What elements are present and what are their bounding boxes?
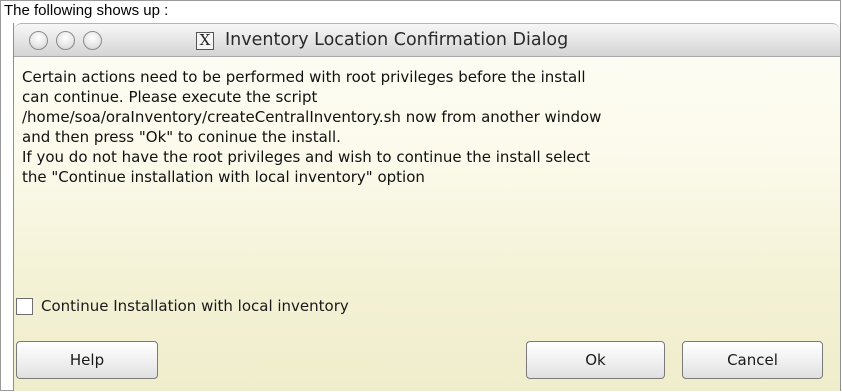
ok-button[interactable]: Ok — [526, 341, 665, 379]
message-line: Certain actions need to be performed wit… — [22, 68, 586, 86]
x11-icon: X — [196, 32, 214, 50]
minimize-circle-icon[interactable] — [56, 31, 75, 50]
message-line: can continue. Please execute the script — [22, 88, 318, 106]
local-inventory-checkbox-label[interactable]: Continue Installation with local invento… — [41, 297, 349, 315]
dialog-titlebar[interactable]: X Inventory Location Confirmation Dialog — [14, 23, 840, 57]
message-line: /home/soa/oraInventory/createCentralInve… — [22, 108, 602, 126]
local-inventory-option[interactable]: Continue Installation with local invento… — [16, 295, 349, 317]
close-circle-icon[interactable] — [29, 31, 48, 50]
maximize-circle-icon[interactable] — [83, 31, 102, 50]
inventory-location-dialog: X Inventory Location Confirmation Dialog… — [13, 23, 841, 391]
dialog-message: Certain actions need to be performed wit… — [22, 67, 822, 187]
message-line: the "Continue installation with local in… — [22, 168, 425, 186]
help-button-label: Help — [69, 351, 105, 369]
ok-button-label: Ok — [585, 351, 606, 369]
screenshot-frame: The following shows up : X Inventory Loc… — [0, 0, 841, 391]
caption-text: The following shows up : — [4, 2, 169, 19]
cancel-button[interactable]: Cancel — [682, 341, 823, 379]
message-line: and then press "Ok" to coninue the insta… — [22, 128, 341, 146]
message-line: If you do not have the root privileges a… — [22, 148, 590, 166]
cancel-button-label: Cancel — [727, 351, 778, 369]
help-button[interactable]: Help — [16, 341, 158, 379]
local-inventory-checkbox[interactable] — [16, 297, 33, 315]
dialog-title: Inventory Location Confirmation Dialog — [225, 30, 569, 50]
